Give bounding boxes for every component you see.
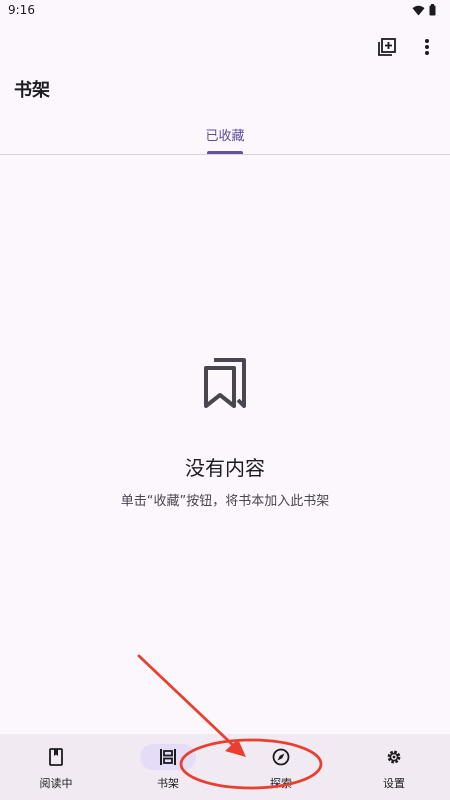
nav-item-reading[interactable]: 阅读中 [0, 734, 112, 800]
compass-icon [272, 748, 290, 766]
nav-label-reading: 阅读中 [39, 777, 73, 790]
status-bar: 9:16 [0, 0, 450, 22]
nav-label-explore: 探索 [270, 777, 292, 790]
status-icons [412, 4, 436, 16]
page-title: 书架 [14, 80, 50, 101]
nav-label-bookshelf: 书架 [157, 777, 179, 790]
nav-item-explore[interactable]: 探索 [225, 734, 337, 800]
tab-bar: 已收藏 [0, 118, 450, 155]
wifi-icon [412, 5, 425, 15]
battery-icon [429, 4, 436, 16]
library-add-icon [378, 38, 396, 56]
empty-state-title: 没有内容 [185, 456, 265, 480]
nav-item-bookshelf[interactable]: 书架 [112, 734, 224, 800]
book-icon [49, 748, 63, 766]
empty-state-description: 单击“收藏”按钮，将书本加入此书架 [120, 494, 330, 509]
bottom-navigation: 阅读中 书架 探索 设置 [0, 734, 450, 800]
add-to-library-button[interactable] [376, 36, 398, 58]
more-vert-icon [425, 39, 429, 55]
tab-indicator [207, 151, 243, 154]
tab-favorites[interactable]: 已收藏 [0, 125, 450, 144]
gear-icon [387, 750, 401, 764]
nav-label-settings: 设置 [383, 777, 405, 790]
top-actions [376, 36, 438, 58]
bookshelf-icon [160, 749, 176, 765]
status-time: 9:16 [8, 3, 35, 17]
nav-item-settings[interactable]: 设置 [338, 734, 450, 800]
bookmarks-icon [204, 358, 246, 408]
more-options-button[interactable] [416, 36, 438, 58]
